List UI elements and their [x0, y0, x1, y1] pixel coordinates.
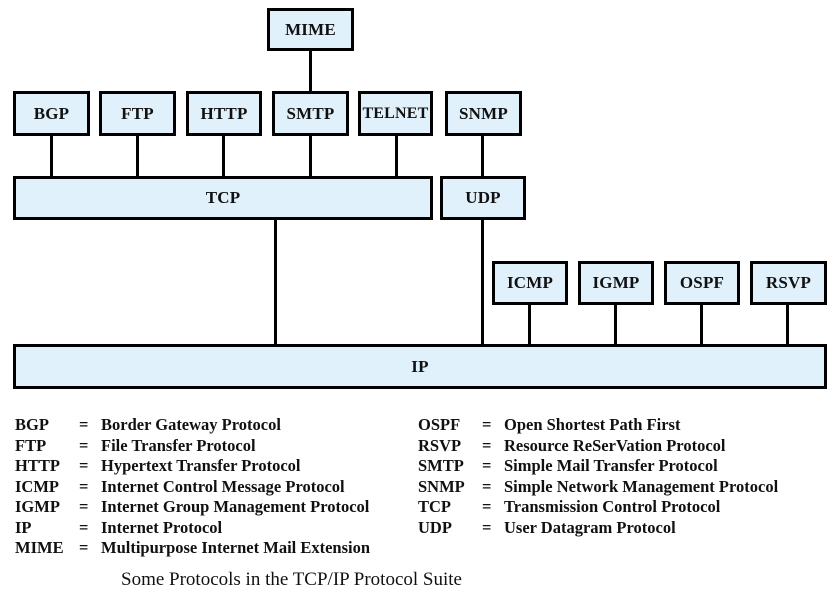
protocol-diagram: MIME BGP FTP HTTP SMTP TELNET SNMP TCP U… [0, 0, 839, 400]
node-rsvp: RSVP [750, 261, 827, 305]
connector-bgp-tcp [50, 134, 53, 177]
node-tcp: TCP [13, 176, 433, 220]
legend-abbr: IP [15, 517, 32, 537]
legend-full-name: Transmission Control Protocol [504, 497, 721, 516]
legend-row: FTP = File Transfer Protocol [15, 436, 370, 457]
legend-abbr: FTP [15, 435, 47, 455]
node-http: HTTP [186, 91, 262, 136]
legend-abbr: IGMP [15, 497, 60, 516]
legend-row: IP = Internet Protocol [15, 518, 370, 539]
connector-http-tcp [222, 134, 225, 177]
legend-row: HTTP = Hypertext Transfer Protocol [15, 456, 370, 477]
legend-equals: = [482, 476, 492, 496]
legend-equals: = [79, 476, 89, 496]
legend-full-name: File Transfer Protocol [101, 435, 256, 455]
node-udp: UDP [440, 176, 526, 220]
connector-mime-smtp [309, 49, 312, 92]
connector-icmp-ip [528, 303, 531, 345]
legend-abbr: MIME [15, 538, 64, 557]
legend-equals: = [482, 415, 492, 434]
legend-full-name: Simple Mail Transfer Protocol [504, 456, 718, 475]
node-smtp: SMTP [272, 91, 349, 136]
legend-right: OSPF = Open Shortest Path First RSVP = Resou… [418, 415, 778, 538]
legend-abbr: HTTP [15, 456, 60, 475]
legend-abbr: TCP [418, 497, 451, 516]
connector-igmp-ip [614, 303, 617, 345]
legend-abbr: BGP [15, 415, 49, 434]
legend-equals: = [79, 538, 89, 557]
legend-full-name: Multipurpose Internet Mail Extension [101, 538, 371, 557]
legend-equals: = [79, 456, 89, 475]
connector-rsvp-ip [786, 303, 789, 345]
legend-row: BGP = Border Gateway Protocol [15, 415, 370, 436]
node-snmp: SNMP [445, 91, 522, 136]
connector-smtp-tcp [309, 134, 312, 177]
legend-equals: = [79, 415, 89, 434]
legend-row: SNMP = Simple Network Management Protocol [418, 477, 778, 498]
legend-row: IGMP = Internet Group Management Protocol [15, 497, 370, 518]
legend-row: TCP = Transmission Control Protocol [418, 497, 778, 518]
legend-full-name: Internet Control Message Protocol [101, 476, 345, 496]
legend-full-name: Internet Group Management Protocol [101, 497, 370, 516]
node-ospf: OSPF [664, 261, 740, 305]
legend-equals: = [79, 497, 89, 516]
node-ftp: FTP [99, 91, 176, 136]
legend-abbr: UDP [418, 517, 452, 537]
node-icmp: ICMP [492, 261, 568, 305]
node-ip: IP [13, 344, 827, 389]
legend-row: MIME = Multipurpose Internet Mail Extensio… [15, 538, 370, 559]
connector-udp-ip [481, 218, 484, 345]
legend-abbr: RSVP [418, 435, 462, 455]
connector-telnet-tcp [395, 134, 398, 177]
legend-equals: = [482, 456, 492, 475]
node-telnet: TELNET [358, 91, 433, 136]
legend-equals: = [79, 517, 89, 537]
connector-tcp-ip [274, 218, 277, 345]
legend-full-name: Resource ReSerVation Protocol [504, 435, 726, 455]
connector-ospf-ip [700, 303, 703, 345]
legend-equals: = [79, 435, 89, 455]
legend-row: ICMP = Internet Control Message Protocol [15, 477, 370, 498]
node-bgp: BGP [13, 91, 90, 136]
legend-equals: = [482, 435, 492, 455]
legend-equals: = [482, 497, 492, 516]
legend-equals: = [482, 517, 492, 537]
legend-row: SMTP = Simple Mail Transfer Protocol [418, 456, 778, 477]
legend-full-name: Hypertext Transfer Protocol [101, 456, 301, 475]
node-mime: MIME [267, 8, 354, 51]
legend-full-name: User Datagram Protocol [504, 517, 676, 537]
connector-ftp-tcp [136, 134, 139, 177]
node-igmp: IGMP [578, 261, 654, 305]
connector-snmp-udp [481, 134, 484, 177]
legend-abbr: SMTP [418, 456, 464, 475]
legend-full-name: Border Gateway Protocol [101, 415, 281, 434]
legend-left: BGP = Border Gateway Protocol FTP = File Tra… [15, 415, 370, 559]
legend-abbr: OSPF [418, 415, 461, 434]
legend-full-name: Simple Network Management Protocol [504, 476, 779, 496]
legend-row: RSVP = Resource ReSerVation Protocol [418, 436, 778, 457]
legend-full-name: Open Shortest Path First [504, 415, 681, 434]
legend-row: OSPF = Open Shortest Path First [418, 415, 778, 436]
legend-row: UDP = User Datagram Protocol [418, 518, 778, 539]
legend-full-name: Internet Protocol [101, 517, 223, 537]
figure-caption: Some Protocols in the TCP/IP Protocol Su… [121, 569, 462, 590]
legend-abbr: SNMP [418, 476, 465, 496]
legend-abbr: ICMP [15, 476, 59, 496]
